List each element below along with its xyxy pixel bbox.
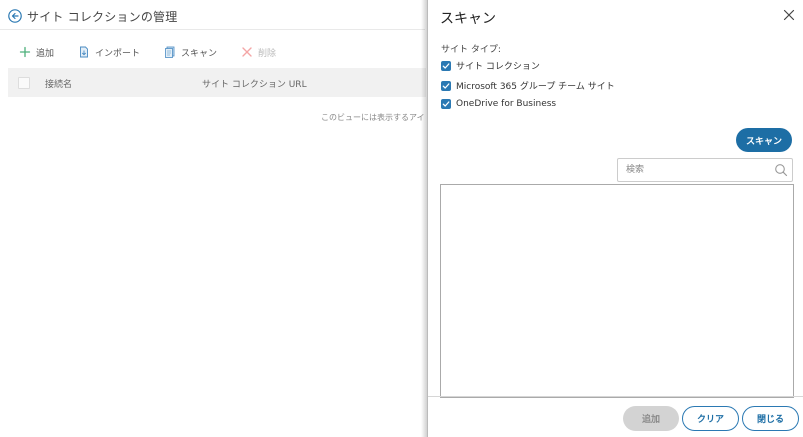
page-header: サイト コレクションの管理 — [8, 6, 177, 26]
site-type-option-label: サイト コレクション — [456, 62, 540, 72]
scan-toolbar-label: スキャン — [181, 48, 218, 59]
site-type-option-label: Microsoft 365 グループ チーム サイト — [456, 82, 615, 92]
m365-group-team-site-checkbox[interactable] — [441, 80, 451, 91]
add-button-label: 追加 — [36, 48, 55, 59]
import-button-label: インポート — [95, 48, 141, 59]
scan-toolbar-button[interactable]: スキャン — [164, 46, 217, 59]
site-type-label: サイト タイプ: — [441, 45, 501, 55]
delete-x-icon — [242, 47, 252, 57]
back-arrow-icon[interactable] — [8, 9, 22, 23]
import-button[interactable]: インポート — [78, 46, 140, 59]
search-input[interactable] — [626, 162, 766, 177]
header-divider — [0, 29, 425, 30]
footer-divider — [428, 396, 803, 397]
grid-header: 接続名 サイト コレクション URL — [8, 68, 426, 97]
checkmark-icon — [442, 82, 450, 89]
site-collection-checkbox[interactable] — [441, 60, 451, 71]
site-type-option-site-collection[interactable]: サイト コレクション — [441, 59, 540, 72]
column-header-site-collection-url[interactable]: サイト コレクション URL — [202, 77, 307, 90]
column-header-connection-name[interactable]: 接続名 — [45, 77, 72, 90]
grid-empty-message: このビューには表示するアイテム — [321, 113, 425, 122]
page-title: サイト コレクションの管理 — [27, 9, 178, 24]
site-type-option-m365-group-team-site[interactable]: Microsoft 365 グループ チーム サイト — [441, 79, 615, 92]
scan-button[interactable]: スキャン — [736, 128, 792, 152]
toolbar: 追加 インポート スキャン 削除 — [19, 44, 300, 60]
plus-icon — [19, 46, 31, 58]
close-icon[interactable] — [782, 8, 796, 22]
site-type-option-label: OneDrive for Business — [456, 99, 557, 109]
add-button[interactable]: 追加 — [19, 46, 54, 59]
onedrive-checkbox[interactable] — [441, 99, 451, 109]
close-button[interactable]: 閉じる — [742, 406, 799, 431]
checkmark-icon — [442, 101, 450, 107]
search-icon[interactable] — [774, 163, 788, 177]
delete-button-label: 削除 — [258, 48, 277, 59]
scan-icon — [165, 46, 175, 58]
clear-button[interactable]: クリア — [682, 406, 739, 431]
scan-results-list[interactable] — [440, 184, 794, 398]
checkmark-icon — [442, 62, 450, 69]
site-type-option-onedrive[interactable]: OneDrive for Business — [441, 99, 556, 109]
search-box — [617, 158, 793, 182]
delete-button[interactable]: 削除 — [241, 46, 276, 59]
dialog-title: スキャン — [440, 11, 496, 27]
import-icon — [80, 46, 88, 58]
scan-dialog: スキャン サイト タイプ: サイト コレクション Microsoft 365 グ… — [427, 0, 803, 437]
select-all-checkbox[interactable] — [18, 77, 30, 89]
add-button-footer[interactable]: 追加 — [623, 406, 679, 431]
